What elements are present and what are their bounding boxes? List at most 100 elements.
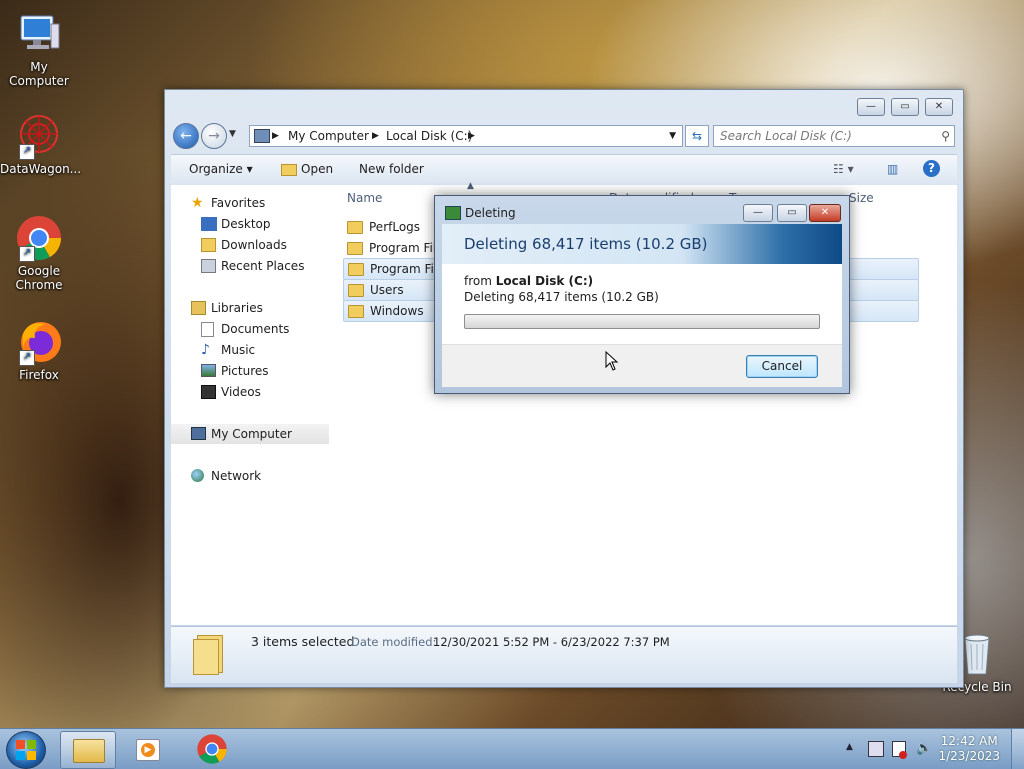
desktop-icon-my-computer[interactable]: My Computer	[0, 10, 78, 88]
pictures-icon	[201, 364, 216, 377]
column-header-name[interactable]: Name	[347, 191, 382, 205]
breadcrumb-separator-icon: ▶	[372, 131, 379, 141]
preview-pane-icon[interactable]: ▥	[887, 162, 898, 176]
recent-places-icon	[201, 259, 216, 273]
folder-icon	[348, 284, 364, 297]
refresh-icon: ⇆	[691, 129, 703, 143]
shortcut-arrow-icon: ↗	[19, 246, 35, 262]
desktop-icon-label: Firefox	[19, 368, 59, 382]
show-desktop-button[interactable]	[1011, 729, 1024, 769]
nav-videos[interactable]: Videos	[171, 382, 329, 402]
computer-small-icon	[254, 129, 270, 143]
action-center-flag-icon[interactable]	[892, 741, 907, 759]
nav-libraries[interactable]: Libraries	[171, 298, 329, 318]
nav-downloads[interactable]: Downloads	[171, 235, 329, 255]
multiple-folders-icon	[193, 635, 223, 675]
desktop-icon-label: My Computer	[9, 60, 69, 88]
nav-favorites[interactable]: ★ Favorites	[171, 193, 329, 213]
command-toolbar: Organize ▾ Open New folder ☷ ▾ ▥ ?	[171, 154, 957, 186]
address-row: ← → ▼ ▶ My Computer ▶ Local Disk (C:) ▶ …	[171, 123, 957, 151]
breadcrumb-separator-icon: ▶	[468, 131, 475, 141]
search-icon[interactable]: ⚲	[941, 126, 950, 146]
clock-time: 12:42 AM	[940, 734, 998, 748]
column-header-size[interactable]: Size	[849, 191, 874, 205]
taskbar-explorer[interactable]	[60, 731, 116, 769]
file-name: Users	[370, 283, 404, 297]
volume-icon[interactable]: 🔈	[916, 741, 932, 756]
taskbar: ▶ ▲ 🔈 12:42 AM 1/23/2023	[0, 728, 1024, 769]
start-button[interactable]	[6, 731, 46, 769]
dialog-close-button[interactable]: ✕	[809, 204, 841, 222]
dialog-heading: Deleting 68,417 items (10.2 GB)	[464, 235, 708, 253]
dialog-body: from Local Disk (C:) Deleting 68,417 ite…	[442, 264, 842, 344]
delete-progress-bar	[464, 314, 820, 329]
help-icon[interactable]: ?	[923, 160, 940, 177]
datawagon-icon: ↗	[15, 112, 63, 160]
nav-label: Videos	[221, 385, 261, 399]
nav-music[interactable]: ♪ Music	[171, 340, 329, 360]
nav-desktop[interactable]: Desktop	[171, 214, 329, 234]
desktop-icon	[201, 217, 217, 231]
nav-documents[interactable]: Documents	[171, 319, 329, 339]
taskbar-media-player[interactable]: ▶	[122, 731, 176, 767]
nav-label: Libraries	[211, 301, 263, 315]
close-button[interactable]: ✕	[925, 98, 953, 116]
breadcrumb-my-computer[interactable]: My Computer	[288, 126, 369, 146]
from-label: from	[464, 274, 492, 288]
nav-label: Favorites	[211, 196, 266, 210]
refresh-button[interactable]: ⇆	[685, 125, 709, 147]
folder-icon	[347, 221, 363, 234]
maximize-button[interactable]: ▭	[891, 98, 919, 116]
nav-recent-places[interactable]: Recent Places	[171, 256, 329, 276]
forward-button[interactable]: →	[201, 123, 227, 149]
downloads-folder-icon	[201, 238, 216, 252]
nav-label: Recent Places	[221, 259, 305, 273]
open-label: Open	[301, 162, 334, 176]
shortcut-arrow-icon: ↗	[19, 144, 35, 160]
computer-small-icon	[191, 427, 206, 440]
file-name: Windows	[370, 304, 424, 318]
back-button[interactable]: ←	[173, 123, 199, 149]
recent-pages-dropdown[interactable]: ▼	[229, 129, 236, 139]
view-options-icon[interactable]: ☷ ▾	[833, 162, 854, 176]
nav-network[interactable]: Network	[171, 466, 329, 486]
chrome-icon: ↗	[15, 214, 63, 262]
recycle-dialog-icon	[445, 206, 461, 220]
details-pane: 3 items selected Date modified: 12/30/20…	[171, 626, 957, 683]
search-input[interactable]: Search Local Disk (C:) ⚲	[713, 125, 955, 147]
windows-logo-icon	[16, 740, 36, 760]
dialog-minimize-button[interactable]: —	[743, 204, 773, 222]
folder-icon	[348, 263, 364, 276]
address-bar[interactable]: ▶ My Computer ▶ Local Disk (C:) ▶ ▼	[249, 125, 683, 147]
folder-open-icon	[281, 163, 297, 176]
arrow-left-icon: ←	[180, 128, 192, 144]
nav-pictures[interactable]: Pictures	[171, 361, 329, 381]
taskbar-chrome[interactable]	[184, 731, 238, 767]
minimize-button[interactable]: —	[857, 98, 885, 116]
dialog-maximize-button[interactable]: ▭	[777, 204, 807, 222]
date-modified-label: Date modified:	[351, 635, 437, 649]
selection-count: 3 items selected	[251, 634, 355, 649]
dialog-title: Deleting	[465, 206, 516, 220]
address-dropdown-icon[interactable]: ▼	[669, 126, 676, 146]
search-placeholder: Search Local Disk (C:)	[720, 129, 852, 143]
cancel-button[interactable]: Cancel	[746, 355, 818, 378]
desktop-icon-datawagon[interactable]: ↗ DataWagon...	[0, 112, 82, 176]
desktop-icon-firefox[interactable]: ↗ Firefox	[0, 318, 78, 382]
deleting-dialog[interactable]: Deleting — ▭ ✕ Deleting 68,417 items (10…	[434, 195, 850, 394]
open-button[interactable]: Open	[281, 162, 333, 176]
dialog-from-line: from Local Disk (C:)	[464, 274, 593, 288]
breadcrumb-local-disk[interactable]: Local Disk (C:)	[386, 126, 472, 146]
clock-date: 1/23/2023	[938, 749, 1000, 763]
organize-button[interactable]: Organize ▾	[189, 162, 253, 176]
desktop-icon-label: DataWagon...	[0, 162, 82, 176]
nav-my-computer[interactable]: My Computer	[171, 424, 329, 444]
desktop-icon-chrome[interactable]: ↗ Google Chrome	[0, 214, 78, 292]
new-folder-button[interactable]: New folder	[359, 162, 424, 176]
show-hidden-icons-button[interactable]: ▲	[846, 742, 853, 752]
network-tray-icon[interactable]	[868, 741, 884, 757]
media-player-icon: ▶	[136, 739, 160, 761]
navigation-pane: ★ Favorites Desktop Downloads Recent Pla…	[171, 185, 332, 625]
sort-arrow-icon: ▲	[467, 181, 474, 191]
system-clock[interactable]: 12:42 AM 1/23/2023	[938, 734, 1000, 764]
